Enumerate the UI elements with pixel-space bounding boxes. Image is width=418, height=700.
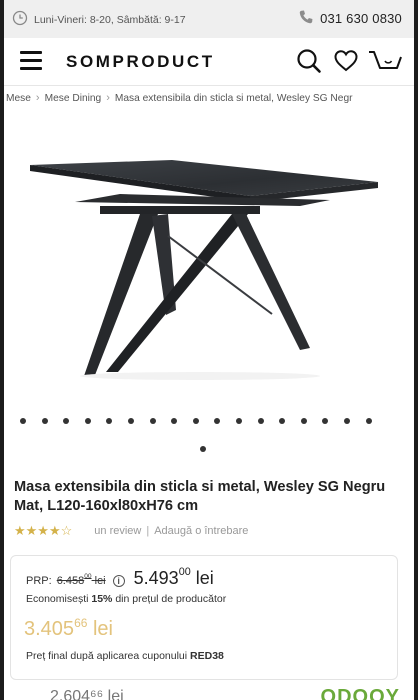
carousel-dot[interactable] bbox=[300, 418, 307, 424]
rating-row: ★★★★☆ un review | Adaugă o întrebare bbox=[14, 523, 248, 539]
carousel-dot[interactable] bbox=[20, 418, 26, 424]
phone-icon bbox=[298, 9, 314, 28]
divider: | bbox=[146, 525, 150, 537]
device-edge bbox=[414, 0, 418, 700]
site-header: SOMPRODUCT bbox=[0, 38, 418, 86]
site-logo[interactable]: SOMPRODUCT bbox=[66, 52, 215, 72]
next-price-partial: 2.604⁶⁶ lei bbox=[50, 688, 124, 700]
review-link[interactable]: un review bbox=[94, 525, 141, 537]
chevron-right-icon: › bbox=[35, 92, 40, 104]
carousel-dot[interactable] bbox=[279, 418, 286, 424]
current-price: 5.49300 lei bbox=[133, 566, 214, 588]
phone-number: 031 630 0830 bbox=[320, 11, 402, 26]
carousel-dot[interactable] bbox=[214, 418, 221, 424]
breadcrumb-item-current: Masa extensibila din sticla si metal, We… bbox=[114, 92, 353, 104]
old-price: 6.45800 lei bbox=[56, 573, 106, 587]
carousel-dot[interactable] bbox=[365, 418, 372, 424]
chevron-right-icon: › bbox=[106, 92, 110, 104]
carousel-dot[interactable] bbox=[192, 418, 199, 424]
carousel-dot[interactable] bbox=[84, 418, 91, 424]
carousel-dot[interactable] bbox=[128, 418, 134, 424]
price-row: PRP: 6.45800 lei i 5.49300 lei bbox=[26, 566, 214, 589]
breadcrumb: Mese › Mese Dining › Masa extensibila di… bbox=[6, 92, 353, 104]
savings-text: Economisești 15% din prețul de producăto… bbox=[26, 593, 227, 605]
ask-question-link[interactable]: Adaugă o întrebare bbox=[154, 525, 248, 537]
coupon-note: Preț final după aplicarea cuponului RED3… bbox=[26, 650, 224, 662]
device-edge bbox=[0, 0, 4, 700]
carousel-dot[interactable] bbox=[63, 418, 70, 424]
coupon-code: RED38 bbox=[190, 650, 224, 662]
carousel-dot[interactable] bbox=[200, 446, 206, 452]
breadcrumb-item-mese[interactable]: Mese bbox=[6, 93, 31, 104]
clock-icon bbox=[12, 10, 28, 29]
carousel-dot[interactable] bbox=[41, 418, 48, 424]
carousel-dot[interactable] bbox=[257, 418, 264, 424]
heart-icon[interactable] bbox=[333, 48, 359, 79]
carousel-dot[interactable] bbox=[236, 418, 242, 424]
carousel-dot[interactable] bbox=[171, 418, 178, 424]
screen: Luni-Vineri: 8-20, Sâmbătă: 9-17 031 630… bbox=[0, 0, 418, 700]
opening-hours-text: Luni-Vineri: 8-20, Sâmbătă: 9-17 bbox=[34, 13, 186, 26]
info-icon[interactable]: i bbox=[112, 575, 125, 587]
menu-icon[interactable] bbox=[20, 51, 42, 71]
carousel-dot[interactable] bbox=[344, 418, 350, 424]
top-info-bar: Luni-Vineri: 8-20, Sâmbătă: 9-17 031 630… bbox=[0, 0, 418, 38]
price-box: PRP: 6.45800 lei i 5.49300 lei Economise… bbox=[10, 555, 398, 680]
opening-hours: Luni-Vineri: 8-20, Sâmbătă: 9-17 bbox=[12, 10, 186, 29]
breadcrumb-item-mese-dining[interactable]: Mese Dining bbox=[45, 93, 102, 104]
coupon-price: 3.40566 lei bbox=[24, 616, 113, 640]
table-illustration bbox=[30, 160, 378, 380]
cart-icon[interactable] bbox=[368, 48, 402, 81]
product-image[interactable] bbox=[0, 110, 418, 400]
product-title: Masa extensibila din sticla si metal, We… bbox=[14, 479, 386, 514]
star-rating: ★★★★☆ bbox=[14, 523, 73, 538]
carousel-dot[interactable] bbox=[322, 418, 329, 424]
carousel-dot[interactable] bbox=[106, 418, 113, 424]
brand-logo-partial: ODOOY bbox=[320, 686, 400, 700]
phone-link[interactable]: 031 630 0830 bbox=[298, 9, 402, 28]
prp-label: PRP: bbox=[26, 575, 52, 587]
next-price-box-partial: 2.604⁶⁶ lei ODOOY bbox=[10, 686, 408, 700]
search-icon[interactable] bbox=[296, 48, 322, 79]
carousel-dot[interactable] bbox=[149, 418, 156, 424]
